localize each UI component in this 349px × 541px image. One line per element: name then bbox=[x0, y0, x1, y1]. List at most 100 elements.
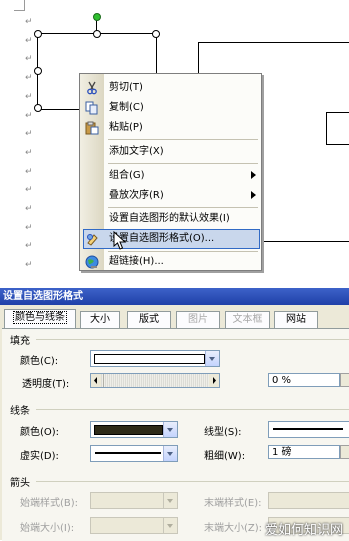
weight-spinner[interactable] bbox=[340, 445, 349, 459]
line-color-label: 颜色(O): bbox=[20, 427, 60, 438]
chevron-down-icon[interactable] bbox=[163, 422, 177, 437]
tab-panel-colors-and-lines: 填充 颜色(C): 透明度(T): 0 % 线条 颜色(O): 线型(S): 虚… bbox=[2, 328, 349, 541]
menu-item-hyperlink[interactable]: 超链接(H)... bbox=[80, 252, 261, 272]
paste-icon bbox=[85, 121, 99, 135]
menu-item-label: 叠放次序(R) bbox=[109, 190, 164, 201]
mouse-pointer-icon bbox=[113, 231, 127, 250]
submenu-arrow-icon bbox=[251, 171, 256, 179]
paragraph-mark-icon: ↵ bbox=[25, 167, 33, 177]
document-canvas[interactable]: ↵ ↵ ↵ ↵ ↵ ↵ ↵ ↵ ↵ ↵ ↵ ↵ ↵ ↵ 剪切(T) 复制(C) bbox=[0, 0, 349, 288]
resize-handle-tr[interactable] bbox=[152, 30, 160, 38]
menu-separator bbox=[108, 163, 258, 164]
menu-item-label: 粘贴(P) bbox=[109, 122, 143, 133]
rotation-handle[interactable] bbox=[93, 13, 101, 21]
end-size-label: 末端大小(Z): bbox=[204, 523, 263, 534]
tab-label: 文本框 bbox=[232, 314, 263, 325]
section-divider bbox=[36, 409, 349, 410]
menu-item-order[interactable]: 叠放次序(R) bbox=[80, 186, 261, 206]
weight-label: 粗细(W): bbox=[204, 451, 246, 462]
paragraph-mark-icon: ↵ bbox=[25, 241, 33, 251]
begin-size-label: 始端大小(I): bbox=[20, 523, 75, 534]
menu-item-paste[interactable]: 粘贴(P) bbox=[80, 118, 261, 138]
transparency-input[interactable]: 0 % bbox=[268, 373, 340, 387]
tab-colors-and-lines[interactable]: 颜色与线条 bbox=[4, 309, 76, 329]
tab-label: 版式 bbox=[139, 314, 159, 325]
dash-label: 虚实(D): bbox=[20, 451, 59, 462]
tab-label: 大小 bbox=[90, 314, 110, 325]
end-style-dropdown[interactable] bbox=[268, 492, 349, 509]
dash-preview bbox=[95, 452, 161, 454]
tab-picture[interactable]: 图片 bbox=[176, 311, 220, 328]
fill-color-label: 颜色(C): bbox=[20, 356, 59, 367]
menu-item-add-text[interactable]: 添加文字(X) bbox=[80, 142, 261, 162]
paragraph-mark-icon: ↵ bbox=[25, 260, 33, 270]
fill-section-heading: 填充 bbox=[10, 336, 30, 347]
slider-thumb[interactable] bbox=[103, 374, 104, 387]
menu-item-label: 添加文字(X) bbox=[109, 146, 164, 157]
tab-label: 颜色与线条 bbox=[13, 311, 67, 324]
transparency-label: 透明度(T): bbox=[22, 379, 70, 390]
margin-crop-mark bbox=[14, 10, 25, 11]
watermark: 爱如何知识网 bbox=[264, 523, 343, 538]
line-style-preview bbox=[273, 428, 343, 430]
fill-color-swatch bbox=[94, 354, 205, 364]
scissors-icon bbox=[85, 81, 99, 95]
paragraph-mark-icon: ↵ bbox=[25, 204, 33, 214]
line-style-label: 线型(S): bbox=[204, 427, 242, 438]
paragraph-mark-icon: ↵ bbox=[25, 223, 33, 233]
menu-item-cut[interactable]: 剪切(T) bbox=[80, 78, 261, 98]
paragraph-mark-icon: ↵ bbox=[25, 148, 33, 158]
chevron-down-icon[interactable] bbox=[163, 446, 177, 461]
slider-left-arrow-icon[interactable] bbox=[91, 374, 101, 387]
menu-item-set-default[interactable]: 设置自选图形的默认效果(I) bbox=[80, 209, 261, 229]
transparency-spinner[interactable] bbox=[340, 373, 349, 387]
paragraph-mark-icon: ↵ bbox=[25, 185, 33, 195]
begin-style-dropdown[interactable] bbox=[90, 492, 178, 509]
hyperlink-globe-icon bbox=[85, 255, 99, 269]
menu-item-label: 复制(C) bbox=[109, 102, 144, 113]
paragraph-mark-icon: ↵ bbox=[25, 54, 33, 64]
line-color-swatch bbox=[94, 425, 163, 435]
tab-size[interactable]: 大小 bbox=[80, 311, 120, 328]
tab-web[interactable]: 网站 bbox=[274, 311, 318, 328]
slider-right-arrow-icon[interactable] bbox=[209, 374, 219, 387]
paragraph-mark-icon: ↵ bbox=[25, 73, 33, 83]
tab-layout[interactable]: 版式 bbox=[127, 311, 171, 328]
weight-input[interactable]: 1 磅 bbox=[268, 445, 340, 459]
chevron-down-icon[interactable] bbox=[163, 493, 177, 508]
menu-item-format-autoshape[interactable]: 设置自选图形格式(O)... bbox=[83, 229, 260, 249]
format-shape-icon bbox=[86, 232, 100, 246]
chevron-down-icon[interactable] bbox=[163, 518, 177, 533]
margin-crop-mark bbox=[24, 0, 25, 10]
menu-item-label: 设置自选图形的默认效果(I) bbox=[109, 213, 230, 224]
begin-style-label: 始端样式(B): bbox=[20, 498, 79, 509]
tab-label: 图片 bbox=[188, 314, 208, 325]
section-divider bbox=[36, 481, 349, 482]
begin-size-dropdown[interactable] bbox=[90, 517, 178, 534]
line-color-dropdown[interactable] bbox=[90, 421, 178, 438]
connector-line bbox=[326, 112, 349, 113]
menu-item-group[interactable]: 组合(G) bbox=[80, 166, 261, 186]
resize-handle-t[interactable] bbox=[93, 30, 101, 38]
connector-line bbox=[326, 112, 327, 145]
resize-handle-bl[interactable] bbox=[34, 104, 42, 112]
paragraph-mark-icon: ↵ bbox=[25, 92, 33, 102]
line-style-dropdown[interactable] bbox=[268, 421, 349, 438]
menu-item-label: 剪切(T) bbox=[109, 82, 143, 93]
resize-handle-tl[interactable] bbox=[34, 30, 42, 38]
fill-color-dropdown[interactable] bbox=[90, 350, 220, 367]
submenu-arrow-icon bbox=[251, 191, 256, 199]
tab-textbox[interactable]: 文本框 bbox=[225, 311, 270, 328]
line-section-heading: 线条 bbox=[10, 406, 30, 417]
menu-item-copy[interactable]: 复制(C) bbox=[80, 98, 261, 118]
format-autoshape-dialog: 设置自选图形格式 颜色与线条 大小 版式 图片 文本框 网站 填充 颜色(C):… bbox=[0, 288, 349, 541]
transparency-slider[interactable] bbox=[90, 373, 220, 388]
chevron-down-icon[interactable] bbox=[205, 351, 219, 366]
tab-label: 网站 bbox=[286, 314, 306, 325]
end-style-label: 末端样式(E): bbox=[204, 498, 262, 509]
menu-separator bbox=[108, 207, 258, 208]
dash-dropdown[interactable] bbox=[90, 445, 178, 462]
resize-handle-l[interactable] bbox=[34, 67, 42, 75]
section-divider bbox=[36, 339, 349, 340]
paragraph-mark-icon: ↵ bbox=[25, 111, 33, 121]
